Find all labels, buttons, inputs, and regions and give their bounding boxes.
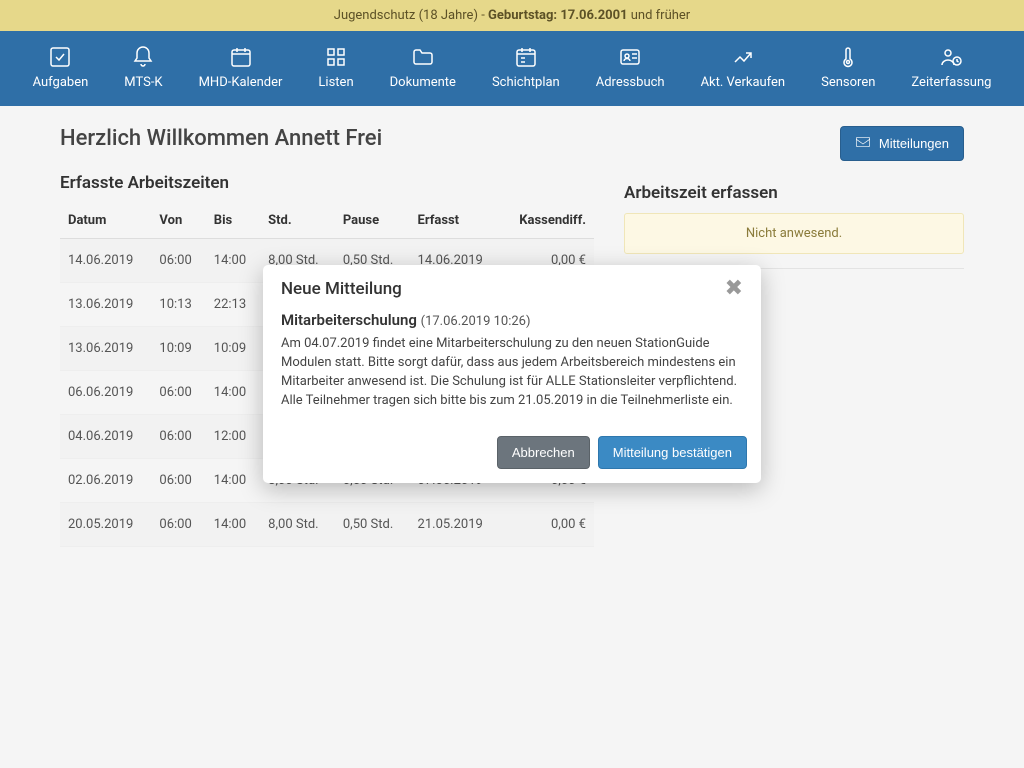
nav-mhd-kalender[interactable]: MHD-Kalender [181,41,301,94]
modal-close-button[interactable]: ✖ [725,279,743,297]
main-navbar: Aufgaben MTS-K MHD-Kalender Listen Dokum… [0,31,1024,106]
cell-bis: 22:13 [206,283,260,327]
col-std: Std. [260,203,335,239]
section-times-heading: Erfasste Arbeitszeiten [60,173,594,193]
nav-dokumente[interactable]: Dokumente [372,41,474,94]
cell-bis: 14:00 [206,459,260,503]
cell-bis: 12:00 [206,415,260,459]
chart-icon [731,45,755,69]
cell-datum: 06.06.2019 [60,371,151,415]
new-message-modal: Neue Mitteilung ✖ Mitarbeiterschulung (1… [263,265,761,483]
person-clock-icon [939,45,963,69]
mail-icon [855,135,871,152]
nav-label: Dokumente [390,75,456,90]
modal-cancel-button[interactable]: Abbrechen [497,436,590,469]
table-row: 20.05.201906:0014:008,00 Std.0,50 Std.21… [60,503,594,547]
modal-confirm-button[interactable]: Mitteilung bestätigen [598,436,747,469]
cell-von: 06:00 [151,371,205,415]
banner-bold: Geburtstag: 17.06.2001 [488,8,628,23]
cell-datum: 20.05.2019 [60,503,151,547]
nav-label: Aufgaben [33,75,89,90]
nav-label: Listen [318,75,353,90]
calendar-icon [229,45,253,69]
nav-zeiterfassung[interactable]: Zeiterfassung [893,41,1009,94]
nav-akt-verkaufen[interactable]: Akt. Verkaufen [683,41,804,94]
col-erfasst: Erfasst [410,203,501,239]
section-capture-heading: Arbeitszeit erfassen [624,183,964,203]
cell-von: 06:00 [151,459,205,503]
nav-aufgaben[interactable]: Aufgaben [15,41,107,94]
folder-icon [411,45,435,69]
cell-datum: 04.06.2019 [60,415,151,459]
cell-erfasst: 21.05.2019 [410,503,501,547]
nav-label: Schichtplan [492,75,560,90]
col-pause: Pause [335,203,410,239]
contact-icon [618,45,642,69]
nav-label: Sensoren [821,75,875,90]
grid-icon [324,45,348,69]
cell-bis: 14:00 [206,239,260,283]
presence-status: Nicht anwesend. [624,213,964,254]
cell-von: 06:00 [151,503,205,547]
col-von: Von [151,203,205,239]
modal-timestamp: (17.06.2019 10:26) [421,314,531,329]
col-kassendiff: Kassendiff. [501,203,594,239]
messages-button-label: Mitteilungen [879,136,949,151]
cell-von: 10:09 [151,327,205,371]
cell-datum: 02.06.2019 [60,459,151,503]
nav-label: MHD-Kalender [199,75,283,90]
calendar2-icon [514,45,538,69]
bell-icon [131,45,155,69]
cell-von: 10:13 [151,283,205,327]
banner-prefix: Jugendschutz (18 Jahre) - [334,8,488,23]
nav-schichtplan[interactable]: Schichtplan [474,41,578,94]
nav-label: MTS-K [124,75,162,90]
col-bis: Bis [206,203,260,239]
messages-button[interactable]: Mitteilungen [840,126,964,161]
nav-sensoren[interactable]: Sensoren [803,41,893,94]
nav-label: Akt. Verkaufen [701,75,786,90]
cell-datum: 14.06.2019 [60,239,151,283]
banner-suffix: und früher [628,8,691,23]
cell-diff: 0,00 € [501,503,594,547]
cell-bis: 14:00 [206,371,260,415]
cell-von: 06:00 [151,415,205,459]
cell-std: 8,00 Std. [260,503,335,547]
nav-mtsk[interactable]: MTS-K [106,41,180,94]
cell-pause: 0,50 Std. [335,503,410,547]
cell-von: 06:00 [151,239,205,283]
modal-subject: Mitarbeiterschulung [281,311,417,329]
modal-body-text: Am 04.07.2019 findet eine Mitarbeitersch… [281,335,743,410]
col-datum: Datum [60,203,151,239]
check-square-icon [48,45,72,69]
thermo-icon [836,45,860,69]
modal-title: Neue Mitteilung [281,279,402,299]
nav-label: Zeiterfassung [911,75,991,90]
cell-bis: 14:00 [206,503,260,547]
nav-adressbuch[interactable]: Adressbuch [578,41,683,94]
cell-datum: 13.06.2019 [60,283,151,327]
cell-bis: 10:09 [206,327,260,371]
welcome-heading: Herzlich Willkommen Annett Frei [60,126,382,151]
cell-datum: 13.06.2019 [60,327,151,371]
nav-label: Adressbuch [596,75,665,90]
age-restriction-banner: Jugendschutz (18 Jahre) - Geburtstag: 17… [0,0,1024,31]
nav-listen[interactable]: Listen [300,41,371,94]
